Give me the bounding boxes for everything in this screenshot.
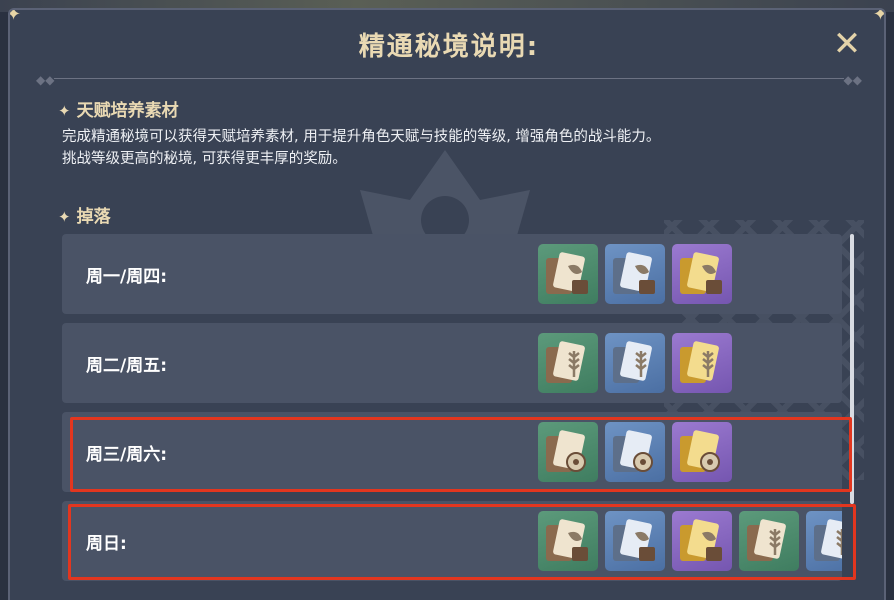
highlight-box-wed-sat	[70, 417, 852, 492]
dialog-title: 精通秘境说明:	[358, 32, 540, 62]
description-line: 挑战等级更高的秘境, 可获得更丰厚的奖励。	[62, 151, 347, 167]
close-button[interactable]: ✕	[830, 27, 864, 62]
wheat-book-icon[interactable]	[538, 333, 598, 393]
scroll-book-icon[interactable]	[605, 244, 665, 304]
star-bullet-icon: ✦	[58, 102, 71, 120]
title-divider: ◆◆ ◆◆	[36, 73, 862, 87]
material-icons	[538, 244, 842, 304]
description-line: 完成精通秘境可以获得天赋培养素材, 用于提升角色天赋与技能的等级, 增强角色的战…	[62, 129, 661, 145]
section-label: 掉落	[76, 207, 111, 227]
drop-row-mon-thu: 周一/周四:	[62, 234, 842, 314]
wheat-book-icon[interactable]	[672, 333, 732, 393]
star-bullet-icon: ✦	[58, 208, 71, 226]
highlight-box-sunday	[68, 504, 856, 580]
day-label: 周二/周五:	[86, 356, 168, 376]
day-label: 周一/周四:	[86, 267, 168, 287]
scroll-book-icon[interactable]	[538, 244, 598, 304]
drop-row-tue-fri: 周二/周五:	[62, 323, 842, 403]
corner-ornament-icon: ✦	[10, 10, 21, 24]
section-label: 天赋培养素材	[76, 101, 179, 121]
scroll-book-icon[interactable]	[672, 244, 732, 304]
wheat-book-icon[interactable]	[605, 333, 665, 393]
section-talent-materials: ✦ 天赋培养素材	[58, 96, 179, 121]
corner-ornament-icon: ✦	[873, 10, 884, 24]
section-description: 完成精通秘境可以获得天赋培养素材, 用于提升角色天赋与技能的等级, 增强角色的战…	[62, 126, 660, 170]
section-drops: ✦ 掉落	[58, 202, 111, 227]
material-icons	[538, 333, 842, 393]
